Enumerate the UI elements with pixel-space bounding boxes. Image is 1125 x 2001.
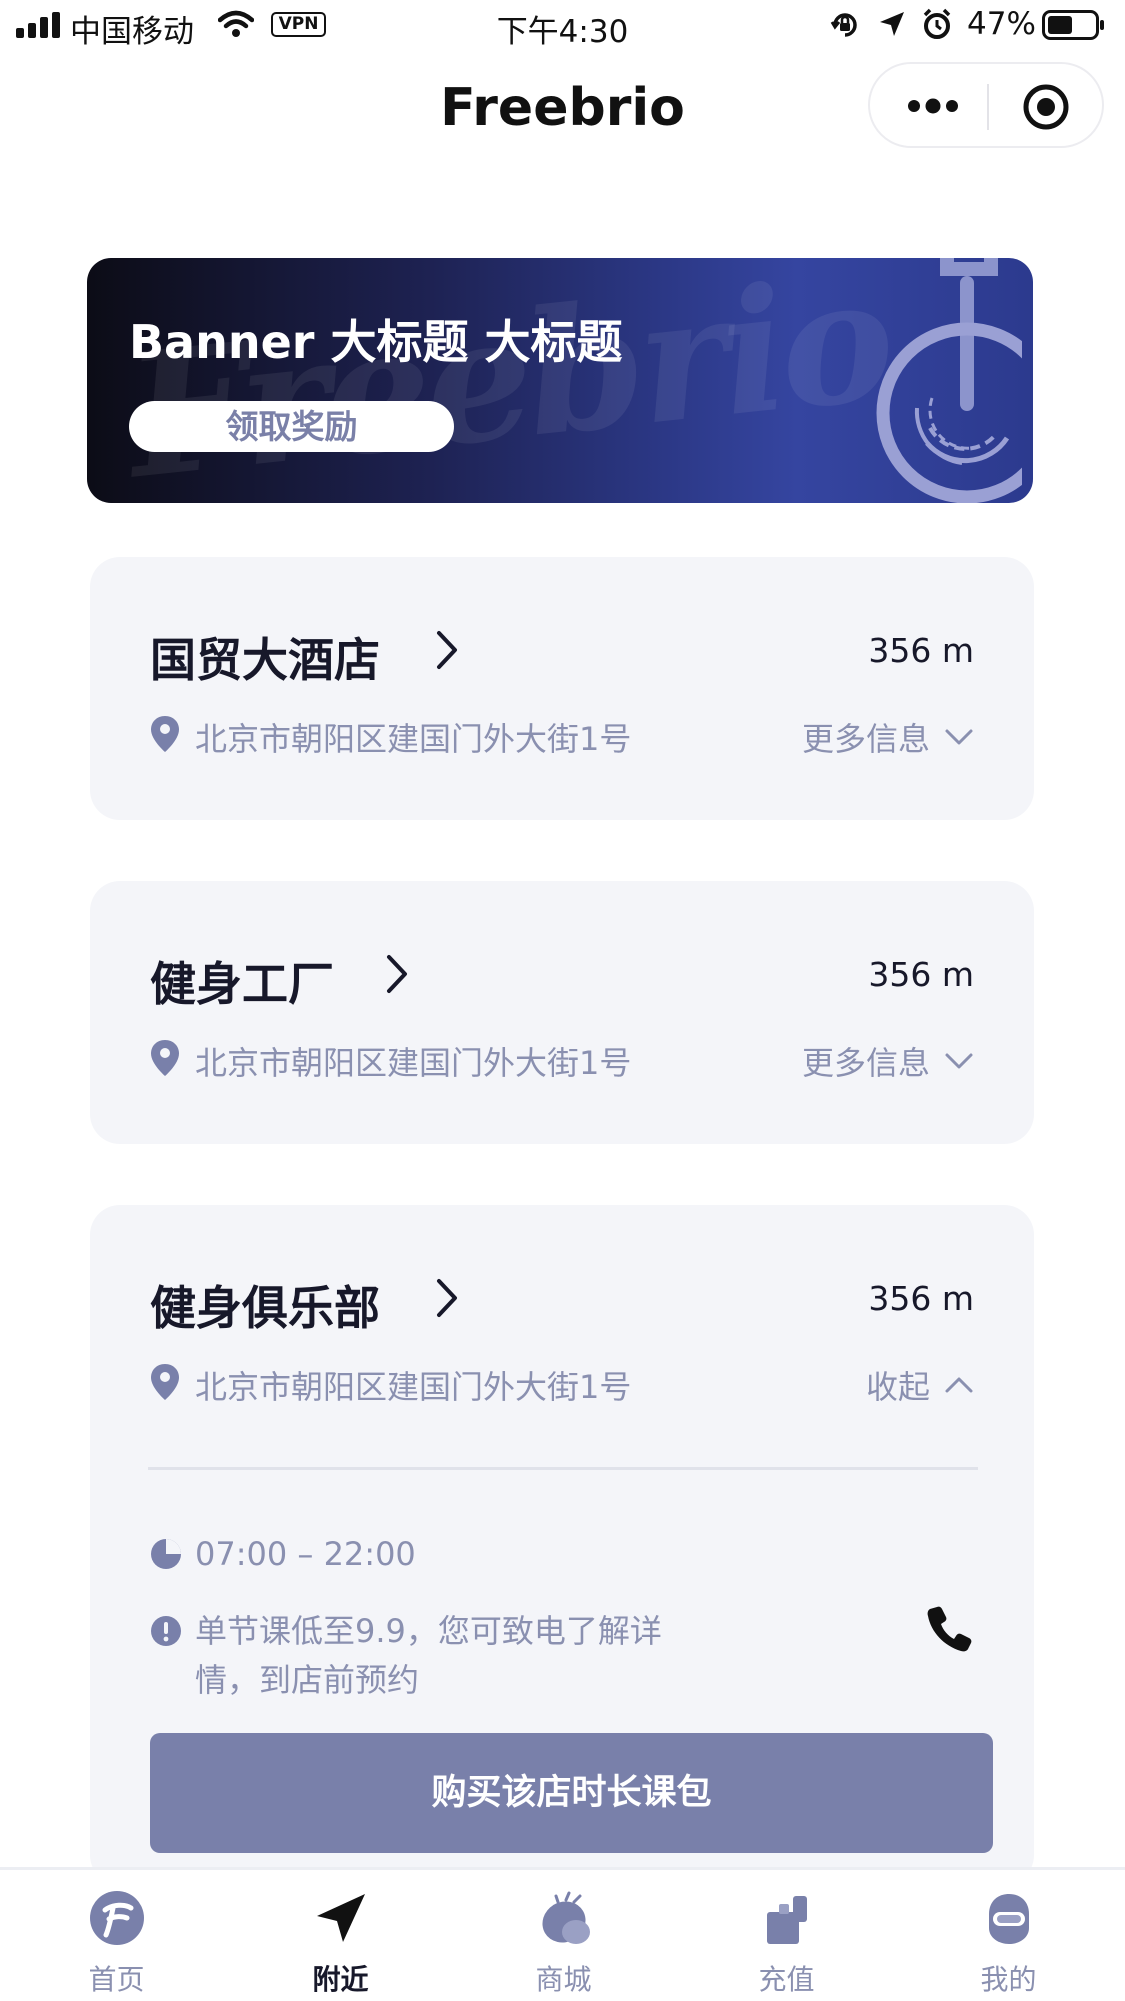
chevron-right-icon[interactable] — [435, 1277, 459, 1319]
toggle-label: 收起 — [865, 1368, 930, 1406]
tab-label: 商城 — [535, 1963, 592, 1996]
card-divider — [148, 1467, 978, 1470]
tab-label: 我的 — [980, 1963, 1037, 1996]
opening-hours: 07:00 – 22:00 — [195, 1535, 416, 1573]
clock-time: 下午4:30 — [496, 14, 629, 50]
close-mini-program-icon[interactable] — [1022, 83, 1070, 131]
location-pin-icon — [151, 1364, 179, 1400]
location-pin-icon — [151, 716, 179, 752]
capsule-divider — [987, 84, 989, 130]
store-distance: 356 m — [868, 1279, 974, 1318]
tab-label: 附近 — [312, 1963, 369, 1996]
chevron-down-icon — [945, 729, 973, 745]
recharge-card-icon — [767, 1896, 807, 1944]
store-address: 北京市朝阳区建国门外大街1号 — [195, 1044, 632, 1082]
store-address: 北京市朝阳区建国门外大街1号 — [195, 720, 632, 758]
store-card[interactable]: 健身工厂 356 m 北京市朝阳区建国门外大街1号 更多信息 — [90, 881, 1034, 1144]
shop-bag-icon — [542, 1891, 590, 1944]
chevron-right-icon[interactable] — [385, 953, 409, 995]
clock-pie-icon — [151, 1539, 181, 1569]
mini-program-capsule — [868, 62, 1104, 148]
store-name[interactable]: 健身俱乐部 — [150, 1272, 380, 1338]
bottom-tab-bar: 首页 附近 商城 充值 我的 — [0, 1867, 1125, 2001]
notice-line: 单节课低至9.9，您可致电了解详 — [195, 1612, 662, 1650]
toggle-label: 更多信息 — [801, 1044, 930, 1082]
profile-avatar-icon — [989, 1894, 1029, 1944]
notice-line: 情，到店前预约 — [195, 1661, 420, 1699]
info-alert-icon — [151, 1616, 181, 1646]
tab-home[interactable]: 首页 — [4, 1870, 229, 2001]
chevron-up-icon — [945, 1377, 973, 1393]
store-card[interactable]: 国贸大酒店 356 m 北京市朝阳区建国门外大街1号 更多信息 — [90, 557, 1034, 820]
chevron-down-icon — [945, 1053, 973, 1069]
store-distance: 356 m — [868, 631, 974, 670]
tab-profile[interactable]: 我的 — [896, 1870, 1121, 2001]
more-info-toggle[interactable]: 更多信息 — [802, 714, 974, 760]
toggle-label: 更多信息 — [801, 720, 930, 758]
claim-reward-button[interactable]: 领取奖励 — [129, 401, 454, 452]
store-address: 北京市朝阳区建国门外大街1号 — [195, 1368, 632, 1406]
more-options-icon[interactable] — [906, 94, 960, 118]
home-logo-icon — [90, 1891, 144, 1945]
location-services-icon — [880, 12, 904, 36]
store-name[interactable]: 健身工厂 — [150, 948, 334, 1014]
status-bar: 中国移动 VPN 下午4:30 47% — [0, 0, 1125, 50]
tab-recharge[interactable]: 充值 — [674, 1870, 899, 2001]
store-notice: 单节课低至9.9，您可致电了解详 情，到店前预约 — [195, 1607, 662, 1705]
store-name[interactable]: 国贸大酒店 — [150, 624, 380, 690]
banner-watermark: Freebrio — [118, 258, 898, 503]
battery-percent: 47% — [967, 6, 1036, 42]
tab-label: 首页 — [88, 1963, 145, 1996]
tab-label: 充值 — [758, 1963, 815, 1996]
tab-nearby[interactable]: 附近 — [228, 1870, 453, 2001]
alarm-icon — [923, 8, 951, 39]
chevron-right-icon[interactable] — [435, 629, 459, 671]
collapse-toggle[interactable]: 收起 — [866, 1362, 974, 1408]
store-distance: 356 m — [868, 955, 974, 994]
unicycle-icon — [876, 258, 1022, 503]
navigation-arrow-icon — [317, 1894, 365, 1942]
battery-icon — [1042, 10, 1104, 40]
promo-banner[interactable]: Freebrio Banner 大标题 大标题 领取奖励 — [87, 258, 1033, 503]
phone-call-icon[interactable] — [926, 1605, 972, 1653]
banner-title: Banner 大标题 大标题 — [129, 315, 623, 369]
rotation-lock-icon — [830, 13, 857, 37]
location-pin-icon — [151, 1040, 179, 1076]
store-card-expanded[interactable]: 健身俱乐部 356 m 北京市朝阳区建国门外大街1号 收起 07:00 – 22… — [90, 1205, 1034, 1885]
more-info-toggle[interactable]: 更多信息 — [802, 1038, 974, 1084]
tab-shop[interactable]: 商城 — [451, 1870, 676, 2001]
buy-course-package-button[interactable]: 购买该店时长课包 — [150, 1733, 993, 1853]
